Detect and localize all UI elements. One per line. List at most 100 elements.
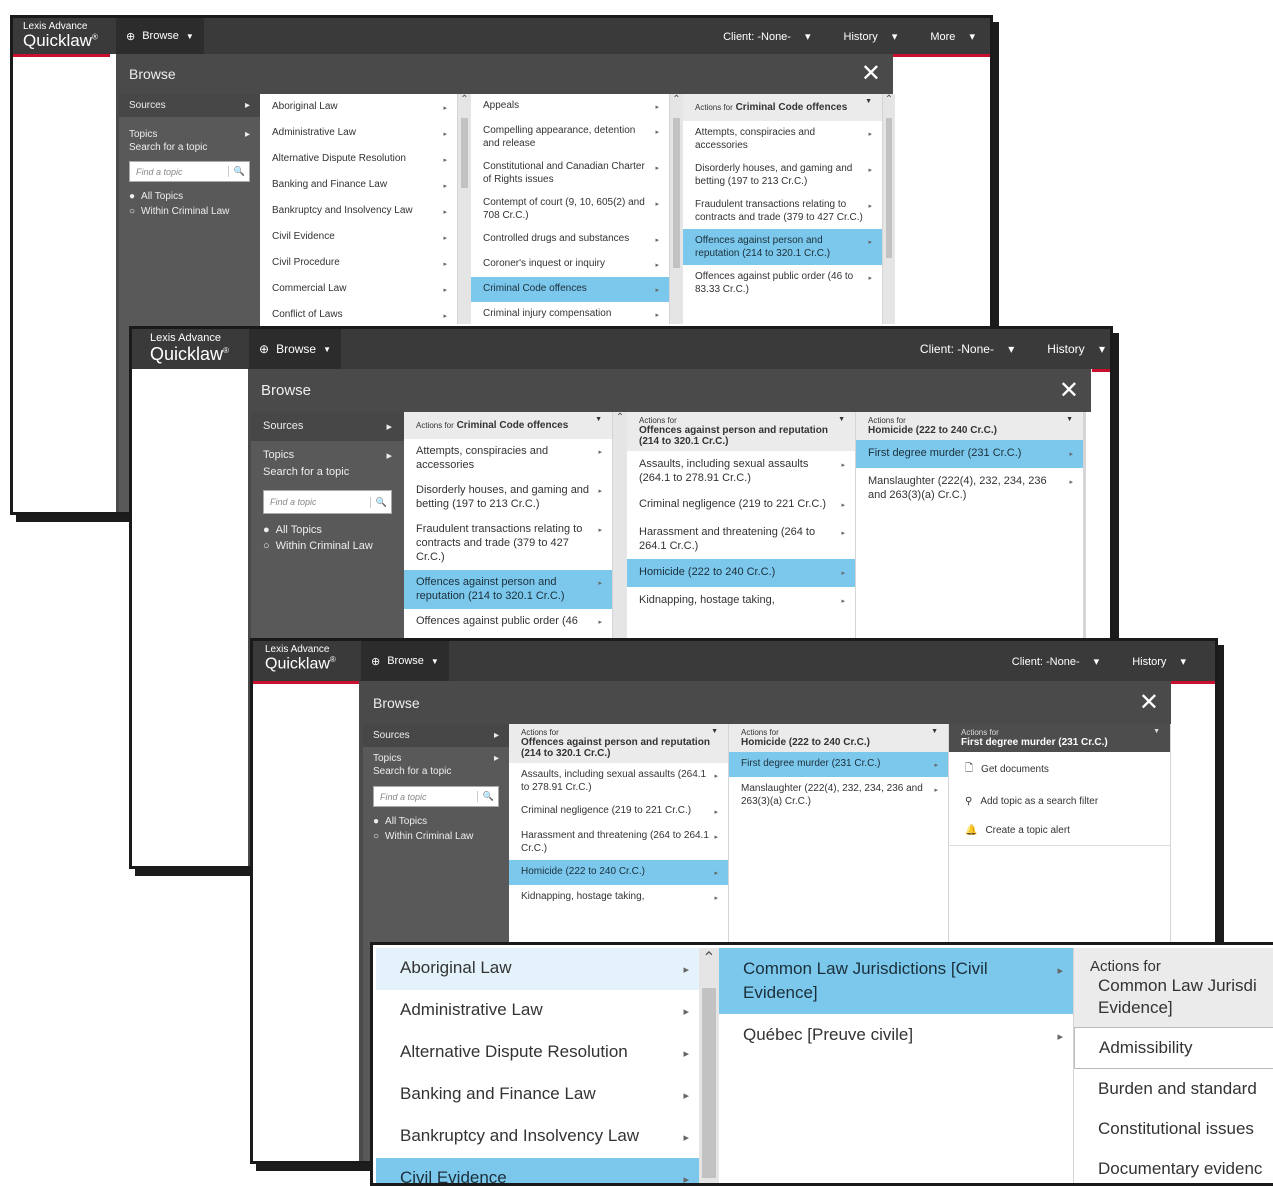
history-menu[interactable]: History ▾ bbox=[1110, 655, 1197, 668]
actions-for-header[interactable]: Actions for Common Law Jurisdi Evidence] bbox=[1074, 948, 1273, 1027]
list-item[interactable]: Common Law Jurisdictions [Civil Evidence… bbox=[719, 948, 1073, 1014]
list-item[interactable]: Alternative Dispute Resolution ▸ bbox=[376, 1032, 699, 1074]
list-item[interactable]: Harassment and threatening (264 to 264.1… bbox=[509, 824, 728, 860]
topic-search-input[interactable]: Find a topic 🔍 bbox=[263, 490, 392, 514]
list-item[interactable]: Burden and standard bbox=[1074, 1069, 1273, 1109]
list-item[interactable]: Admissibility bbox=[1074, 1027, 1273, 1069]
list-item[interactable]: Fraudulent transactions relating to cont… bbox=[404, 517, 612, 570]
list-item[interactable]: Aboriginal Law ▸ bbox=[376, 948, 699, 990]
list-item[interactable]: Attempts, conspiracies and accessories ▸ bbox=[404, 439, 612, 478]
topics-item[interactable]: Topics ▸ bbox=[251, 445, 404, 464]
list-item[interactable]: Constitutional issues bbox=[1074, 1109, 1273, 1149]
p1-col2-scrollbar[interactable]: ⌃ bbox=[670, 94, 683, 324]
actions-for-header[interactable]: Actions for Offences against person and r… bbox=[627, 412, 855, 451]
caret-down-icon[interactable]: ▼ bbox=[1066, 416, 1073, 423]
caret-down-icon[interactable]: ▼ bbox=[931, 728, 938, 735]
client-menu[interactable]: Client: -None- ▾ bbox=[898, 342, 1025, 356]
list-item[interactable]: Assaults, including sexual assaults (264… bbox=[509, 763, 728, 799]
topics-item[interactable]: Topics ▸ bbox=[363, 747, 509, 766]
list-item[interactable]: Criminal Code offences ▸ bbox=[471, 277, 669, 302]
caret-down-icon[interactable]: ▼ bbox=[595, 416, 602, 423]
actions-for-header[interactable]: Actions for Criminal Code offences ▼ bbox=[404, 412, 612, 439]
list-item[interactable]: Appeals ▸ bbox=[471, 94, 669, 119]
list-item[interactable]: Administrative Law ▸ bbox=[260, 120, 457, 146]
list-item[interactable]: Offences against public order (46 to 83.… bbox=[683, 265, 882, 301]
topic-search-input[interactable]: Find a topic 🔍 bbox=[373, 786, 499, 807]
list-item[interactable]: Offences against public order (46 ▸ bbox=[404, 609, 612, 636]
radio-all-topics[interactable]: ● All Topics bbox=[363, 814, 509, 829]
list-item[interactable]: Disorderly houses, and gaming and bettin… bbox=[683, 157, 882, 193]
list-item[interactable]: Kidnapping, hostage taking, ▸ bbox=[509, 885, 728, 910]
caret-down-icon[interactable]: ▼ bbox=[838, 416, 845, 423]
caret-down-icon[interactable]: ▼ bbox=[711, 728, 718, 735]
list-item[interactable]: Controlled drugs and substances ▸ bbox=[471, 227, 669, 252]
list-item[interactable]: First degree murder (231 Cr.C.) ▸ bbox=[856, 440, 1083, 468]
list-item[interactable]: Assaults, including sexual assaults (264… bbox=[627, 451, 855, 491]
search-icon[interactable]: 🔍 bbox=[476, 791, 494, 802]
p1-col3-scrollbar[interactable]: ⌃ bbox=[883, 94, 895, 324]
actions-for-header[interactable]: Actions for Criminal Code offences ▼ bbox=[683, 94, 882, 121]
sources-item[interactable]: Sources ▸ bbox=[119, 94, 260, 117]
actions-for-header[interactable]: Actions for Homicide (222 to 240 Cr.C.) ▼ bbox=[729, 724, 948, 752]
list-item[interactable]: Civil Procedure ▸ bbox=[260, 250, 457, 276]
list-item[interactable]: Offences against person and reputation (… bbox=[683, 229, 882, 265]
close-icon[interactable]: ✕ bbox=[861, 62, 881, 86]
history-menu[interactable]: History ▾ bbox=[822, 30, 909, 43]
browse-button[interactable]: ⊕ Browse ▼ bbox=[361, 641, 449, 681]
action-2[interactable]: 🔔 Create a topic alert bbox=[949, 816, 1170, 845]
list-item[interactable]: Bankruptcy and Insolvency Law ▸ bbox=[376, 1116, 699, 1158]
list-item[interactable]: First degree murder (231 Cr.C.) ▸ bbox=[729, 752, 948, 777]
actions-for-header[interactable]: Actions for First degree murder (231 Cr.C… bbox=[949, 724, 1170, 752]
actions-for-header[interactable]: Actions for Offences against person and r… bbox=[509, 724, 728, 763]
list-item[interactable]: Kidnapping, hostage taking, ▸ bbox=[627, 587, 855, 615]
client-menu[interactable]: Client: -None- ▾ bbox=[701, 30, 821, 43]
list-item[interactable]: Offences against person and reputation (… bbox=[404, 570, 612, 609]
action-0[interactable]: 🗋 Get documents bbox=[949, 752, 1170, 787]
list-item[interactable]: Attempts, conspiracies and accessories ▸ bbox=[683, 121, 882, 157]
client-menu[interactable]: Client: -None- ▾ bbox=[990, 655, 1110, 668]
caret-down-icon[interactable]: ▼ bbox=[1153, 728, 1160, 735]
list-item[interactable]: Bankruptcy and Insolvency Law ▸ bbox=[260, 198, 457, 224]
topic-search-input[interactable]: Find a topic 🔍 bbox=[129, 161, 250, 182]
radio-within[interactable]: ○ Within Criminal Law bbox=[119, 204, 260, 219]
p2-col1-scrollbar[interactable]: ⌃ bbox=[613, 412, 627, 639]
radio-all-topics[interactable]: ● All Topics bbox=[119, 189, 260, 204]
p1-col1-scrollbar[interactable]: ⌃ bbox=[458, 94, 471, 324]
caret-down-icon[interactable]: ▼ bbox=[865, 98, 872, 105]
list-item[interactable]: Commercial Law ▸ bbox=[260, 276, 457, 302]
list-item[interactable]: Québec [Preuve civile] ▸ bbox=[719, 1014, 1073, 1058]
list-item[interactable]: Banking and Finance Law ▸ bbox=[260, 172, 457, 198]
list-item[interactable]: Fraudulent transactions relating to cont… bbox=[683, 193, 882, 229]
more-menu[interactable]: More ▾ bbox=[908, 30, 986, 43]
list-item[interactable]: Harassment and threatening (264 to 264.1… bbox=[627, 519, 855, 559]
search-icon[interactable]: 🔍 bbox=[369, 496, 387, 508]
list-item[interactable]: Banking and Finance Law ▸ bbox=[376, 1074, 699, 1116]
radio-within[interactable]: ○ Within Criminal Law bbox=[363, 829, 509, 844]
browse-button[interactable]: ⊕ Browse ▼ bbox=[249, 329, 341, 369]
list-item[interactable]: Contempt of court (9, 10, 605(2) and 708… bbox=[471, 191, 669, 227]
sources-item[interactable]: Sources ▸ bbox=[363, 724, 509, 747]
zoom-col1-scrollbar[interactable]: ⌃ bbox=[699, 948, 719, 1183]
list-item[interactable]: Civil Evidence ▸ bbox=[376, 1158, 699, 1183]
sources-item[interactable]: Sources ▸ bbox=[251, 412, 404, 441]
list-item[interactable]: Disorderly houses, and gaming and bettin… bbox=[404, 478, 612, 517]
list-item[interactable]: Homicide (222 to 240 Cr.C.) ▸ bbox=[509, 860, 728, 885]
list-item[interactable]: Manslaughter (222(4), 232, 234, 236 and … bbox=[856, 468, 1083, 508]
browse-button[interactable]: ⊕ Browse ▼ bbox=[116, 18, 204, 54]
list-item[interactable]: Civil Evidence ▸ bbox=[260, 224, 457, 250]
list-item[interactable]: Compelling appearance, detention and rel… bbox=[471, 119, 669, 155]
radio-within[interactable]: ○ Within Criminal Law bbox=[251, 538, 404, 554]
list-item[interactable]: Aboriginal Law ▸ bbox=[260, 94, 457, 120]
list-item[interactable]: Alternative Dispute Resolution ▸ bbox=[260, 146, 457, 172]
radio-all-topics[interactable]: ● All Topics bbox=[251, 522, 404, 538]
list-item[interactable]: Criminal injury compensation ▸ bbox=[471, 302, 669, 324]
list-item[interactable]: Coroner's inquest or inquiry ▸ bbox=[471, 252, 669, 277]
list-item[interactable]: Homicide (222 to 240 Cr.C.) ▸ bbox=[627, 559, 855, 587]
close-icon[interactable]: ✕ bbox=[1059, 378, 1079, 403]
action-1[interactable]: ⚲ Add topic as a search filter bbox=[949, 787, 1170, 816]
search-icon[interactable]: 🔍 bbox=[227, 166, 245, 177]
actions-for-header[interactable]: Actions for Homicide (222 to 240 Cr.C.) ▼ bbox=[856, 412, 1083, 440]
close-icon[interactable]: ✕ bbox=[1139, 690, 1159, 715]
list-item[interactable]: Manslaughter (222(4), 232, 234, 236 and … bbox=[729, 777, 948, 813]
list-item[interactable]: Administrative Law ▸ bbox=[376, 990, 699, 1032]
